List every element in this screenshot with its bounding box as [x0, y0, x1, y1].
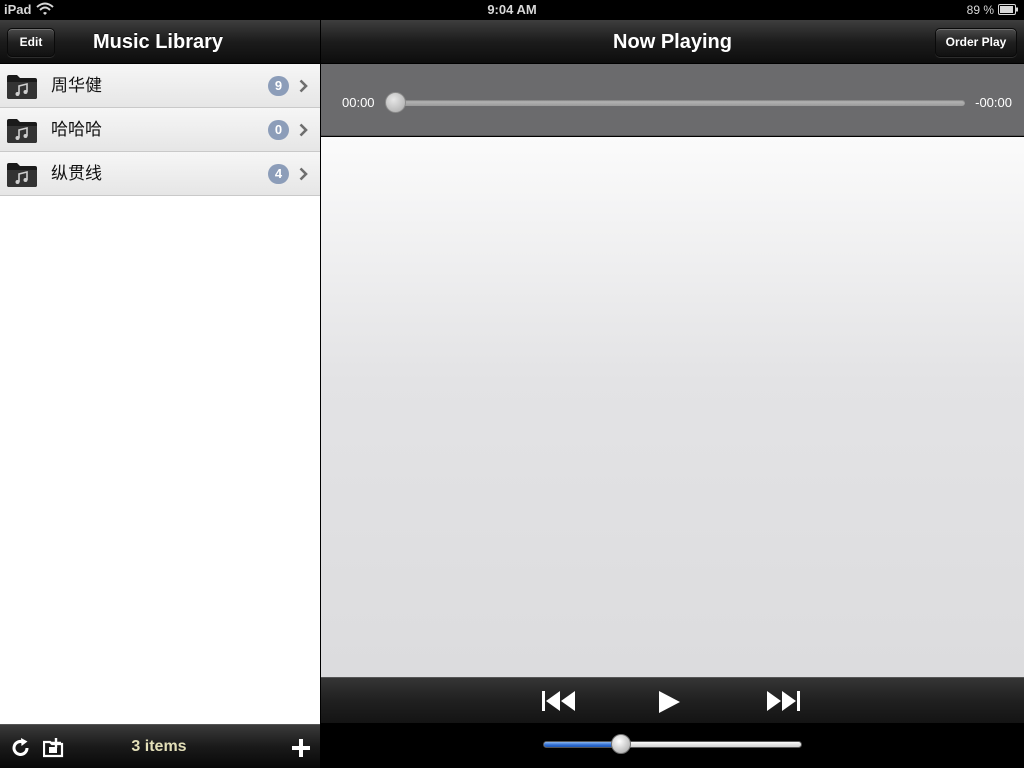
- library-toolbar: 3 items: [0, 724, 320, 768]
- battery-percent: 89 %: [966, 3, 994, 17]
- previous-track-icon[interactable]: [541, 690, 577, 712]
- order-play-button[interactable]: Order Play: [935, 28, 1017, 57]
- count-badge: 4: [268, 164, 289, 184]
- folder-name: 周华健: [51, 76, 102, 96]
- music-folder-icon: [7, 75, 37, 99]
- count-badge: 9: [268, 76, 289, 96]
- volume-track[interactable]: [543, 741, 802, 748]
- artwork-area: [321, 137, 1024, 677]
- playback-controls: [321, 677, 1024, 723]
- remaining-time: -00:00: [975, 95, 1012, 110]
- play-icon[interactable]: [657, 690, 681, 714]
- next-track-icon[interactable]: [765, 690, 801, 712]
- folder-name: 哈哈哈: [51, 120, 102, 140]
- chevron-right-icon: [299, 123, 308, 137]
- elapsed-time: 00:00: [342, 95, 375, 110]
- volume-thumb[interactable]: [610, 734, 631, 754]
- now-playing-nav-bar: Now Playing Order Play: [321, 20, 1024, 64]
- edit-button[interactable]: Edit: [7, 28, 55, 57]
- music-folder-icon: [7, 163, 37, 187]
- ipad-screen: iPad 9:04 AM 89 % Edit Music Library 周华健…: [0, 0, 1024, 768]
- music-library-pane: Edit Music Library 周华健 9 哈哈哈 0 纵贯线 4 3 i…: [0, 20, 320, 768]
- status-time: 9:04 AM: [487, 2, 537, 17]
- library-nav-bar: Edit Music Library: [0, 20, 320, 64]
- folder-name: 纵贯线: [51, 164, 102, 184]
- progress-track[interactable]: [389, 100, 965, 106]
- now-playing-pane: Now Playing Order Play 00:00 -00:00: [321, 20, 1024, 768]
- items-count: 3 items: [131, 738, 187, 755]
- music-folder-icon: [7, 119, 37, 143]
- progress-thumb[interactable]: [385, 92, 406, 113]
- chevron-right-icon: [299, 167, 308, 181]
- folder-row[interactable]: 周华健 9: [0, 64, 320, 108]
- count-badge: 0: [268, 120, 289, 140]
- volume-bar: [321, 723, 1024, 768]
- folder-row[interactable]: 纵贯线 4: [0, 152, 320, 196]
- volume-fill: [544, 742, 622, 747]
- refresh-icon[interactable]: [10, 737, 32, 759]
- chevron-right-icon: [299, 79, 308, 93]
- status-bar: iPad 9:04 AM 89 %: [0, 0, 1024, 20]
- progress-panel: 00:00 -00:00: [321, 64, 1024, 136]
- folder-row[interactable]: 哈哈哈 0: [0, 108, 320, 152]
- library-title: Music Library: [92, 31, 224, 53]
- now-playing-title: Now Playing: [613, 31, 732, 53]
- battery-icon: [998, 4, 1018, 15]
- folder-list: 周华健 9 哈哈哈 0 纵贯线 4: [0, 64, 320, 196]
- add-folder-icon[interactable]: [43, 737, 65, 758]
- plus-icon[interactable]: [291, 738, 311, 758]
